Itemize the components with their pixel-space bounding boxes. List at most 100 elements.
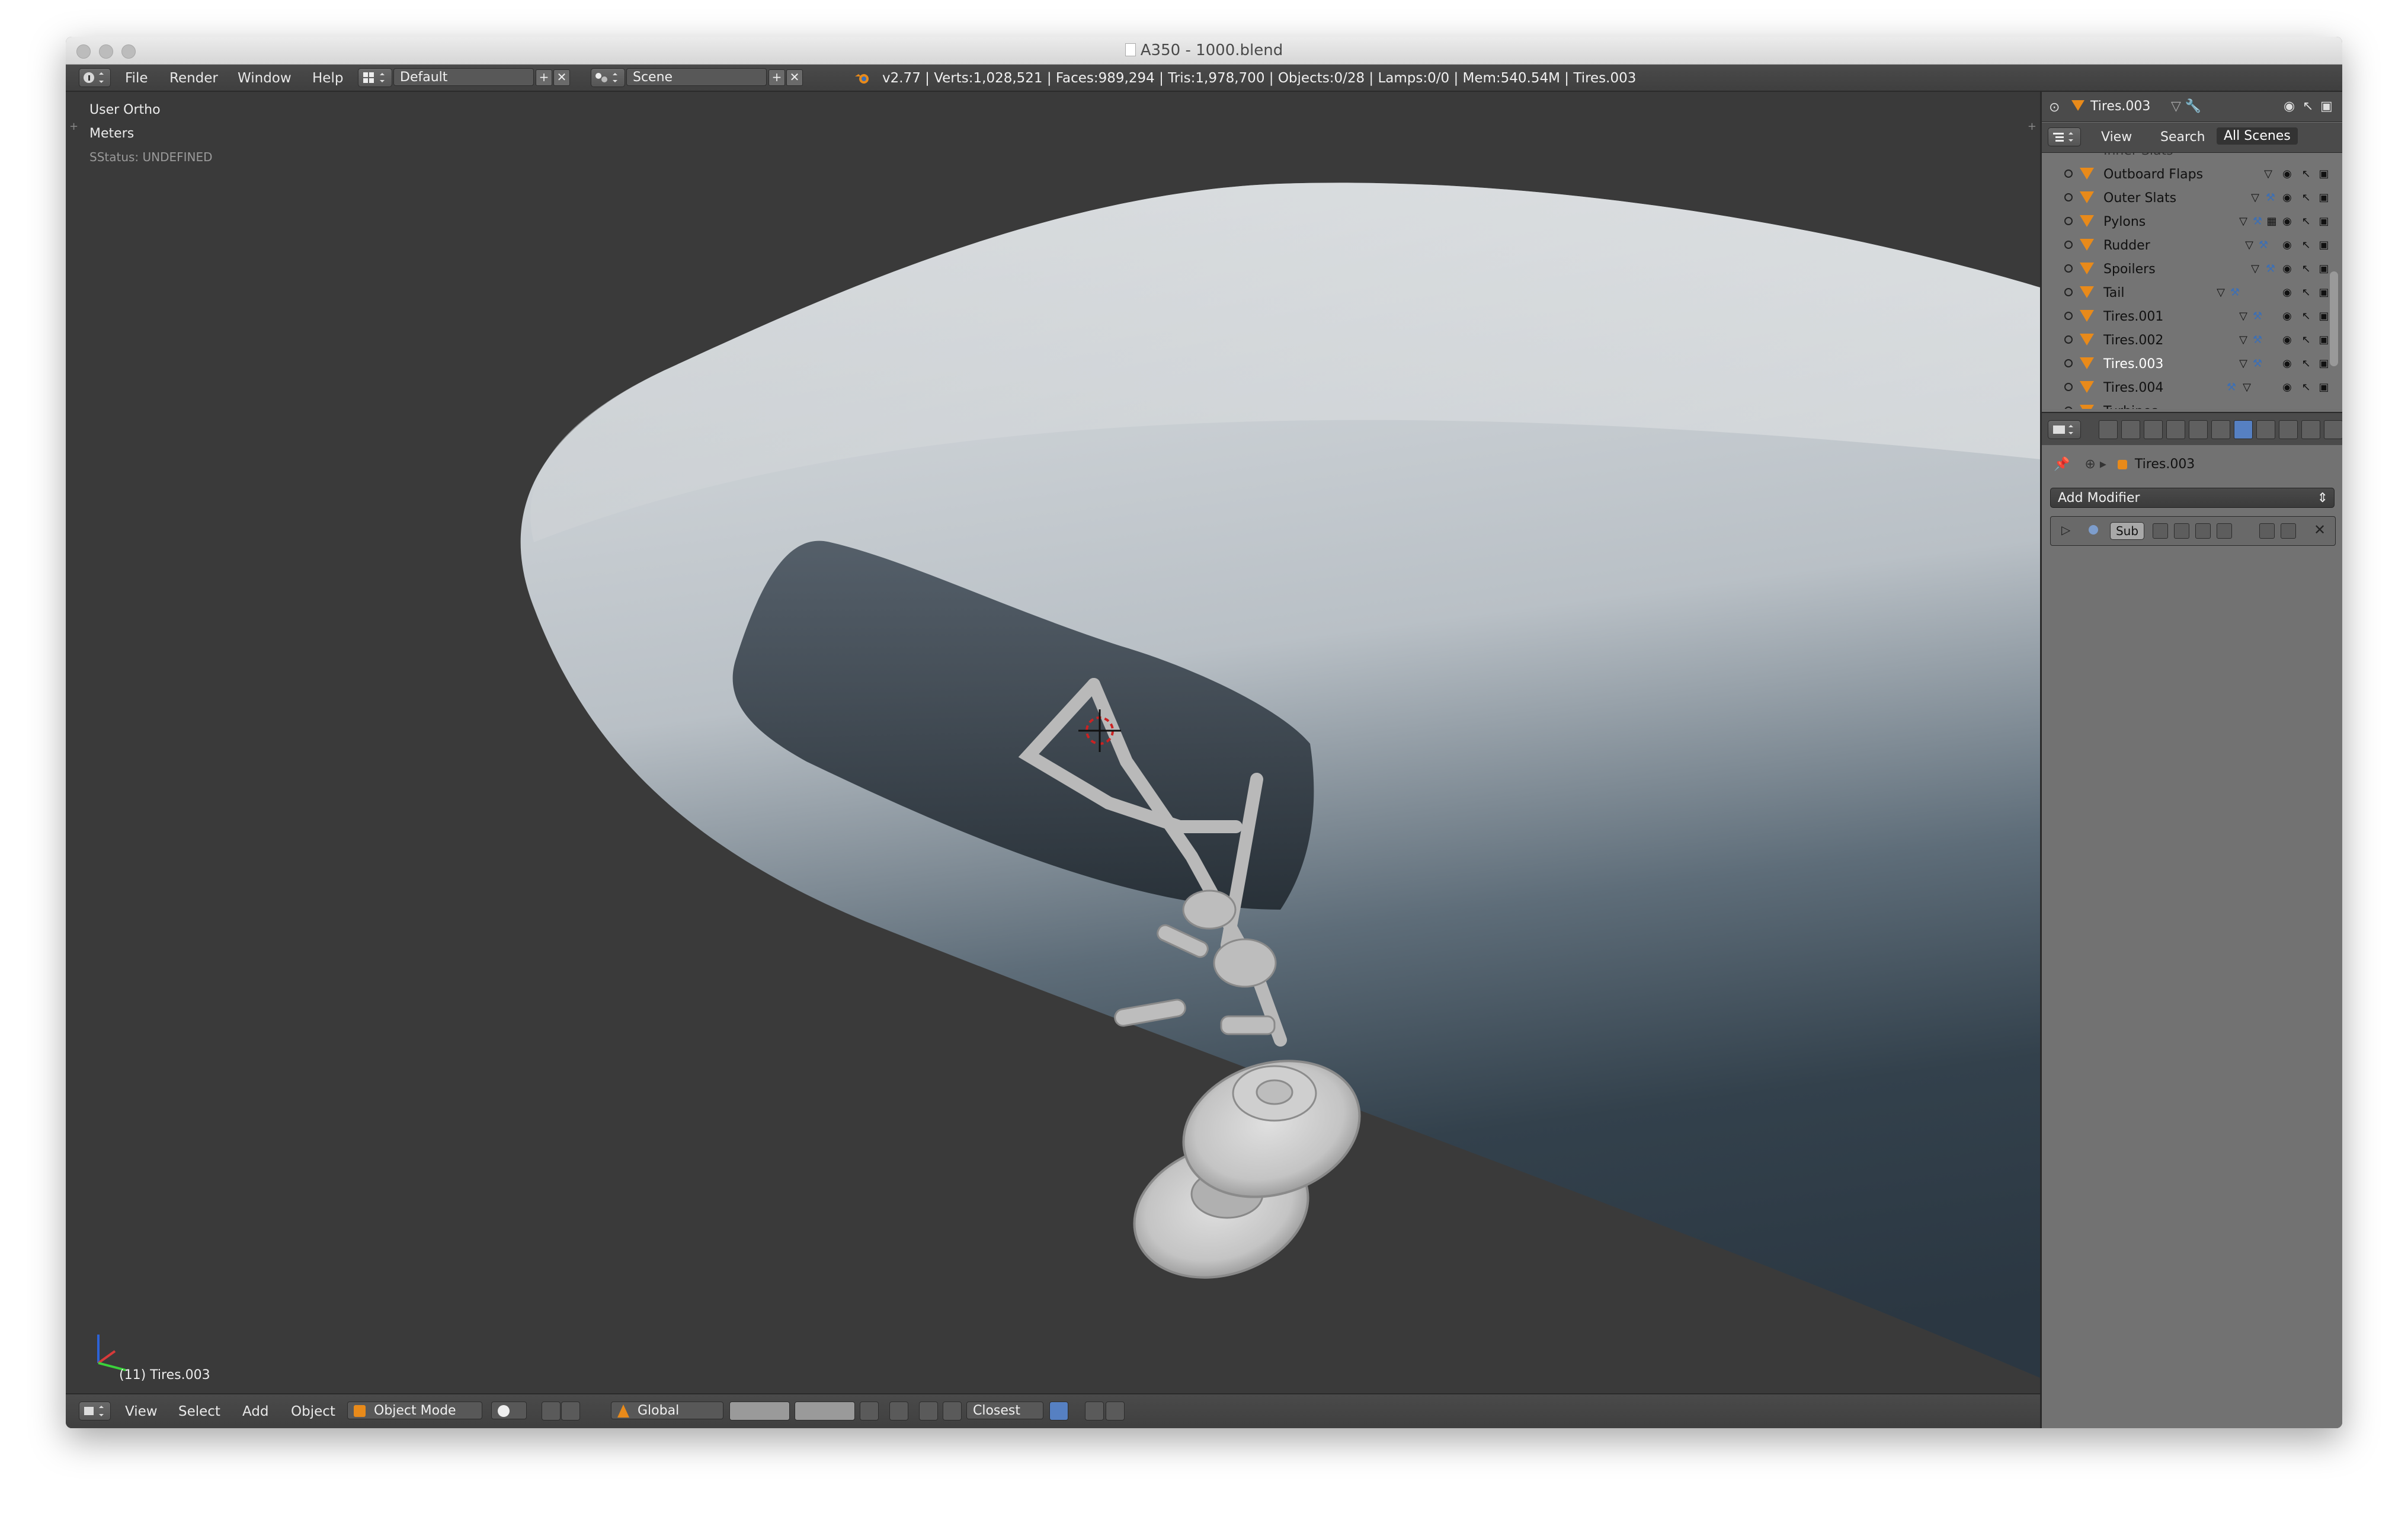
- proportional-edit-button[interactable]: [889, 1402, 908, 1420]
- outliner-list[interactable]: Inner Slats Outboard Flaps ▽ ◉ ↖ ▣ Outer…: [2042, 153, 2342, 409]
- render-animation-button[interactable]: [1106, 1402, 1125, 1420]
- snap-element-button[interactable]: [943, 1402, 962, 1420]
- menu-add[interactable]: Add: [242, 1404, 269, 1419]
- object-context-button[interactable]: [2189, 420, 2208, 439]
- select-cursor-icon[interactable]: ↖: [2300, 311, 2312, 322]
- visibility-eye-icon[interactable]: ◉: [2284, 99, 2295, 114]
- select-cursor-icon[interactable]: ↖: [2300, 287, 2312, 299]
- outliner-row[interactable]: Tires.004 ⚒ ▽ ◉ ↖ ▣: [2042, 376, 2332, 399]
- render-camera-icon[interactable]: ▣: [2318, 192, 2330, 204]
- render-camera-icon[interactable]: ▣: [2318, 287, 2330, 299]
- restrict-view-icon[interactable]: [2064, 193, 2073, 201]
- lock-layers-button[interactable]: [860, 1402, 879, 1420]
- outliner-row[interactable]: Outboard Flaps ▽ ◉ ↖ ▣: [2042, 162, 2332, 186]
- manipulator-button[interactable]: [561, 1402, 580, 1420]
- visibility-eye-icon[interactable]: ◉: [2281, 311, 2293, 322]
- physics-context-button[interactable]: [2324, 420, 2342, 439]
- menu-window[interactable]: Window: [238, 71, 292, 86]
- cage-toggle[interactable]: [2217, 523, 2232, 539]
- render-toggle[interactable]: [2195, 523, 2211, 539]
- world-context-button[interactable]: [2166, 420, 2185, 439]
- visibility-eye-icon[interactable]: ◉: [2281, 358, 2293, 370]
- restrict-view-icon[interactable]: [2064, 383, 2073, 391]
- add-scene-button[interactable]: +: [768, 69, 785, 86]
- visibility-eye-icon[interactable]: ◉: [2281, 334, 2293, 346]
- editor-type-button-3d[interactable]: [79, 1402, 111, 1420]
- texture-context-button[interactable]: [2301, 420, 2320, 439]
- restrict-view-icon[interactable]: [2064, 169, 2073, 178]
- restrict-view-icon[interactable]: [2064, 359, 2073, 367]
- constraints-context-button[interactable]: [2211, 420, 2230, 439]
- scene-field[interactable]: Scene: [626, 68, 767, 86]
- opengl-render-button[interactable]: [1049, 1402, 1068, 1420]
- pivot-point-button[interactable]: [542, 1402, 561, 1420]
- screen-layout-field[interactable]: Default: [393, 68, 534, 86]
- layer-buttons-1[interactable]: [729, 1402, 790, 1420]
- visibility-eye-icon[interactable]: ◉: [2281, 382, 2293, 393]
- select-cursor-icon[interactable]: ↖: [2300, 358, 2312, 370]
- screen-layout-button[interactable]: [358, 68, 392, 87]
- scene-selector-button[interactable]: [591, 68, 625, 87]
- select-cursor-icon[interactable]: ↖: [2300, 334, 2312, 346]
- snap-toggle-button[interactable]: [919, 1402, 938, 1420]
- restrict-view-icon[interactable]: [2064, 288, 2073, 296]
- visibility-eye-icon[interactable]: ◉: [2281, 168, 2293, 180]
- move-up-button[interactable]: [2259, 523, 2275, 539]
- layer-buttons-2[interactable]: [795, 1402, 855, 1420]
- edit-mode-toggle[interactable]: [2153, 523, 2168, 539]
- outliner-row[interactable]: Outer Slats ▽ ⚒ ◉ ↖ ▣: [2042, 186, 2332, 210]
- outliner-row-partial-top[interactable]: Inner Slats: [2042, 153, 2332, 162]
- outliner-display-mode[interactable]: All Scenes: [2217, 127, 2298, 145]
- menu-select[interactable]: Select: [178, 1404, 220, 1419]
- render-camera-icon[interactable]: ▣: [2320, 99, 2333, 114]
- restrict-view-icon[interactable]: [2064, 217, 2073, 225]
- transform-orientation-selector[interactable]: Global: [611, 1402, 723, 1419]
- render-camera-icon[interactable]: ▣: [2318, 263, 2330, 275]
- restrict-view-icon[interactable]: [2064, 407, 2073, 409]
- menu-view[interactable]: View: [125, 1404, 158, 1419]
- menu-object[interactable]: Object: [291, 1404, 335, 1419]
- menu-help[interactable]: Help: [312, 71, 343, 86]
- mode-selector[interactable]: Object Mode: [347, 1402, 482, 1419]
- outliner-row[interactable]: Tail ▽ ⚒ ◉ ↖ ▣: [2042, 281, 2332, 305]
- select-cursor-icon[interactable]: ↖: [2300, 263, 2312, 275]
- scene-context-button[interactable]: [2144, 420, 2163, 439]
- menu-render[interactable]: Render: [169, 71, 218, 86]
- outliner-expand-icon[interactable]: ⊙: [2049, 100, 2060, 115]
- select-cursor-icon[interactable]: ↖: [2300, 239, 2312, 251]
- material-context-button[interactable]: [2279, 420, 2298, 439]
- visibility-eye-icon[interactable]: ◉: [2281, 216, 2293, 228]
- restrict-view-icon[interactable]: [2064, 264, 2073, 273]
- add-screen-button[interactable]: +: [536, 69, 552, 86]
- render-image-button[interactable]: [1085, 1402, 1104, 1420]
- select-cursor-icon[interactable]: ↖: [2300, 216, 2312, 228]
- render-camera-icon[interactable]: ▣: [2318, 311, 2330, 322]
- render-layers-context-button[interactable]: [2121, 420, 2140, 439]
- viewport-shading-selector[interactable]: [491, 1402, 527, 1419]
- outliner-row-partial-bottom[interactable]: Turbines: [2042, 399, 2332, 409]
- modifier-name-field[interactable]: Sub: [2110, 522, 2144, 540]
- render-camera-icon[interactable]: ▣: [2318, 239, 2330, 251]
- outliner-tab-search[interactable]: Search: [2160, 130, 2205, 145]
- restrict-view-icon[interactable]: [2064, 241, 2073, 249]
- 3d-viewport[interactable]: User Ortho Meters SStatus: UNDEFINED (11…: [66, 92, 2040, 1393]
- snap-target-selector[interactable]: Closest: [966, 1402, 1043, 1419]
- menu-file[interactable]: File: [125, 71, 148, 86]
- render-context-button[interactable]: [2099, 420, 2118, 439]
- restrict-view-icon[interactable]: [2064, 312, 2073, 320]
- outliner-row[interactable]: Pylons ▽ ⚒ ▦ ◉ ↖ ▣: [2042, 210, 2332, 233]
- remove-modifier-icon[interactable]: ✕: [2314, 521, 2326, 538]
- outliner-row[interactable]: Tires.002 ▽ ⚒ ◉ ↖ ▣: [2042, 328, 2332, 352]
- select-cursor-icon[interactable]: ↖: [2300, 382, 2312, 393]
- select-cursor-icon[interactable]: ↖: [2300, 168, 2312, 180]
- visibility-eye-icon[interactable]: ◉: [2281, 192, 2293, 204]
- visibility-eye-icon[interactable]: ◉: [2281, 239, 2293, 251]
- remove-scene-button[interactable]: ✕: [786, 69, 803, 86]
- tool-shelf-toggle[interactable]: +: [69, 120, 78, 133]
- modifiers-context-button[interactable]: [2234, 420, 2253, 439]
- outliner-row[interactable]: Rudder ▽ ⚒ ◉ ↖ ▣: [2042, 233, 2332, 257]
- render-camera-icon[interactable]: ▣: [2318, 358, 2330, 370]
- outliner-vertical-scrollbar[interactable]: [2330, 271, 2338, 366]
- outliner-row[interactable]: Tires.001 ▽ ⚒ ◉ ↖ ▣: [2042, 305, 2332, 328]
- restrict-view-icon[interactable]: [2064, 335, 2073, 344]
